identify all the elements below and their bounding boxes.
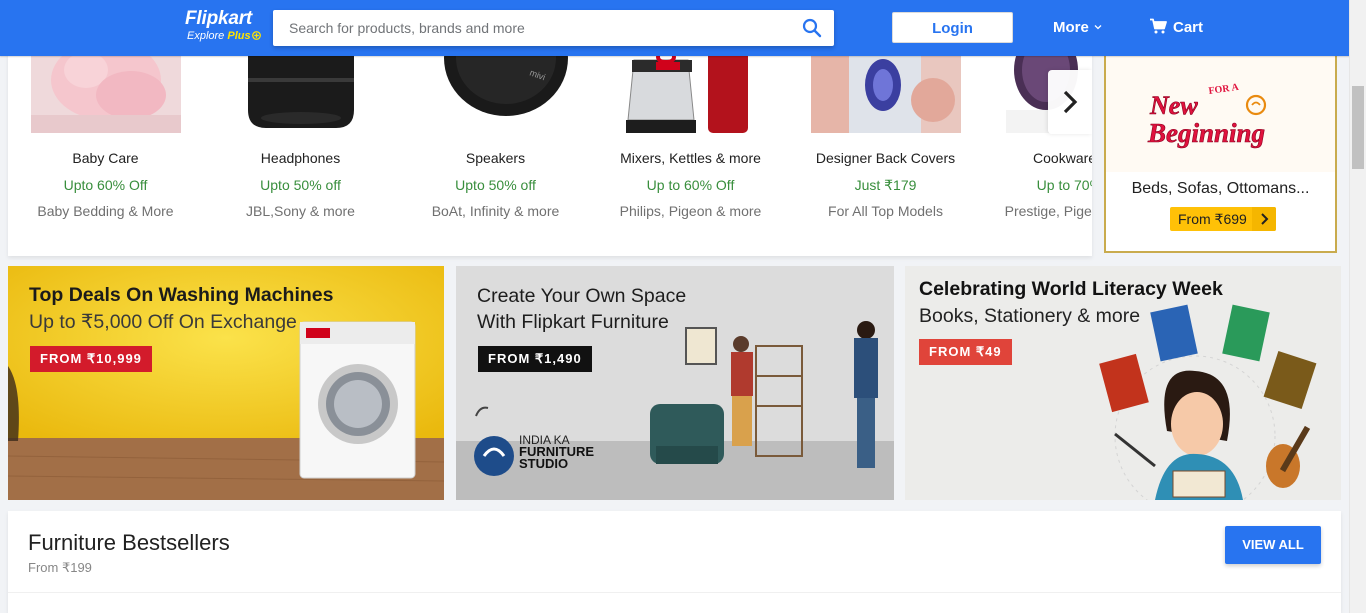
deal-subtitle: JBL,Sony & more <box>246 203 355 219</box>
deal-card-baby-care[interactable]: Baby Care Upto 60% Off Baby Bedding & Mo… <box>8 40 203 256</box>
page-scrollbar[interactable] <box>1349 0 1366 613</box>
furniture-studio-logo: INDIA KA FURNITURE STUDIO <box>519 434 594 470</box>
side-ad-price-button[interactable]: From ₹699 <box>1170 207 1276 231</box>
deal-title: Baby Care <box>72 150 139 166</box>
scrollbar-thumb[interactable] <box>1352 86 1364 169</box>
deal-subtitle: BoAt, Infinity & more <box>431 203 560 219</box>
deal-title: Headphones <box>260 150 341 166</box>
logo-wordmark: Flipkart <box>185 8 253 29</box>
furniture-studio-line-3: STUDIO <box>519 456 569 471</box>
deal-offer: Upto 50% off <box>260 177 341 193</box>
deal-title: Mixers, Kettles & more <box>620 150 761 166</box>
flipkart-logo[interactable]: Flipkart Explore Plus <box>185 8 265 48</box>
deal-card-headphones[interactable]: Headphones Upto 50% off JBL,Sony & more <box>203 40 398 256</box>
banner-headline: Celebrating World Literacy Week <box>919 278 1223 300</box>
deal-title: Cookware Sets <box>1033 150 1092 166</box>
deal-offer: Just ₹179 <box>854 177 917 193</box>
deal-offer: Upto 60% Off <box>63 177 148 193</box>
logo-plus-text: Plus <box>227 30 251 42</box>
search-bar <box>273 10 834 46</box>
deal-offer: Up to 70% Off <box>1036 177 1092 193</box>
banner-price-badge: FROM ₹1,490 <box>478 346 592 372</box>
art-line-2: New <box>1149 91 1198 120</box>
banner-price-badge: FROM ₹49 <box>919 339 1012 365</box>
carousel-next-button[interactable] <box>1048 70 1092 134</box>
chevron-right-icon <box>1063 90 1078 114</box>
deals-carousel: Baby Care Upto 60% Off Baby Bedding & Mo… <box>8 40 1092 256</box>
banner-subline: With Flipkart Furniture <box>477 311 669 333</box>
view-all-button[interactable]: VIEW ALL <box>1225 526 1321 564</box>
more-label: More <box>1053 19 1089 36</box>
section-title: Furniture Bestsellers <box>28 530 230 555</box>
banner-headline: Top Deals On Washing Machines <box>29 284 334 306</box>
section-divider <box>8 592 1341 593</box>
banner-price-badge: FROM ₹10,999 <box>30 346 152 372</box>
furniture-bestsellers-section: Furniture Bestsellers From ₹199 VIEW ALL <box>8 511 1341 613</box>
cart-button[interactable]: Cart <box>1150 18 1203 38</box>
chevron-right-icon <box>1252 207 1276 231</box>
banner-world-literacy-week[interactable]: Celebrating World Literacy Week Books, S… <box>905 266 1341 500</box>
deal-subtitle: Philips, Pigeon & more <box>619 203 762 219</box>
search-input[interactable] <box>273 10 773 46</box>
side-ad-new-beginning[interactable]: FOR A New Beginning Beds, Sofas, Ottoman… <box>1104 40 1337 253</box>
deal-title: Speakers <box>465 150 526 166</box>
plus-icon <box>251 31 261 40</box>
cart-icon <box>1150 18 1167 34</box>
banner-headline: Create Your Own Space <box>477 285 687 307</box>
banner-subline: Up to ₹5,000 Off On Exchange <box>29 311 297 333</box>
deal-subtitle: For All Top Models <box>828 203 943 219</box>
banner-flipkart-furniture[interactable]: Create Your Own Space With Flipkart Furn… <box>456 266 894 500</box>
logo-explore-text: Explore <box>187 30 225 42</box>
deal-card-kettles[interactable]: Mixers, Kettles & more Up to 60% Off Phi… <box>593 40 788 256</box>
deal-card-speakers[interactable]: mivi Speakers Upto 50% off BoAt, Infinit… <box>398 40 593 256</box>
cart-label: Cart <box>1173 19 1204 36</box>
search-icon[interactable] <box>802 18 822 38</box>
deal-title: Designer Back Covers <box>815 150 956 166</box>
deal-subtitle: Prestige, Pigeon & more <box>1004 203 1092 219</box>
deal-subtitle: Baby Bedding & More <box>37 203 174 219</box>
side-ad-price-label: From ₹699 <box>1178 211 1247 227</box>
chevron-down-icon <box>1094 25 1102 30</box>
deal-offer: Up to 60% Off <box>646 177 735 193</box>
login-button[interactable]: Login <box>892 12 1013 43</box>
top-header: Flipkart Explore Plus Login More Cart <box>0 0 1350 56</box>
deal-offer: Upto 50% off <box>455 177 536 193</box>
art-line-3: Beginning <box>1147 118 1265 148</box>
banner-washing-machines[interactable]: Top Deals On Washing Machines Up to ₹5,0… <box>8 266 444 500</box>
deal-card-back-covers[interactable]: Designer Back Covers Just ₹179 For All T… <box>788 40 983 256</box>
banner-subline: Books, Stationery & more <box>919 305 1141 327</box>
side-ad-title: Beds, Sofas, Ottomans... <box>1131 180 1310 197</box>
section-subtitle: From ₹199 <box>28 560 92 575</box>
more-menu-button[interactable]: More <box>1053 18 1102 38</box>
logo-tagline: Explore Plus <box>187 30 265 43</box>
new-beginning-art: FOR A New Beginning <box>1106 42 1335 172</box>
